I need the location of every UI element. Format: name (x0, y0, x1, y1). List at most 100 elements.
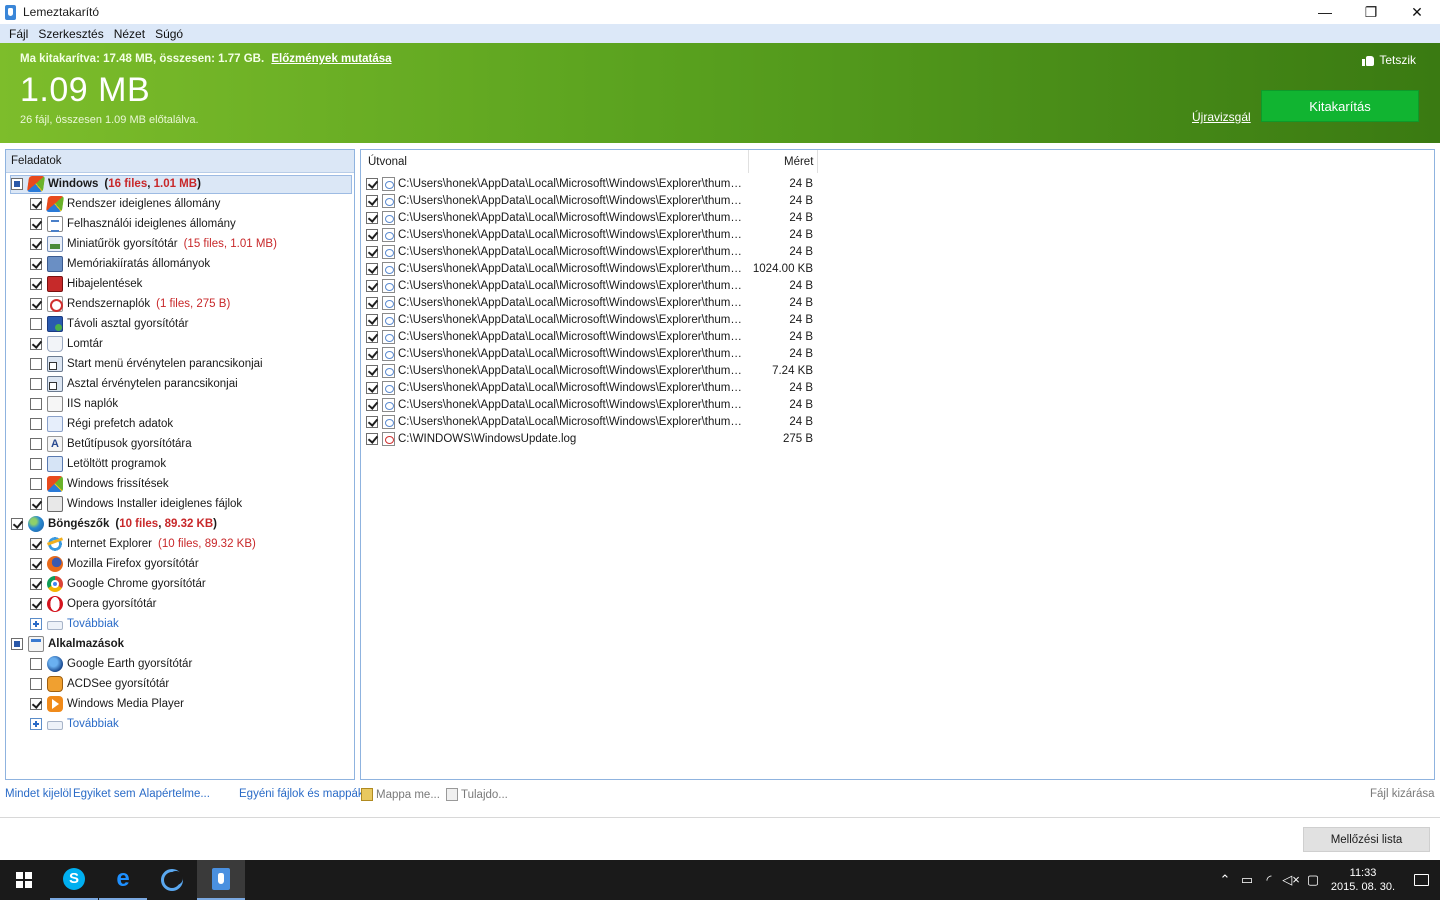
task-group-row[interactable]: Alkalmazások (6, 634, 354, 654)
properties-button[interactable]: Tulajdo... (446, 788, 508, 801)
task-checkbox[interactable] (30, 198, 42, 210)
close-button[interactable]: ✕ (1394, 0, 1440, 24)
task-checkbox[interactable] (30, 438, 42, 450)
file-checkbox[interactable] (366, 364, 378, 377)
taskbar-moon-app[interactable] (148, 860, 196, 900)
open-folder-button[interactable]: Mappa me... (361, 788, 440, 801)
file-checkbox[interactable] (366, 194, 378, 207)
task-item-row[interactable]: Windows Installer ideiglenes fájlok (6, 494, 354, 514)
task-checkbox[interactable] (30, 218, 42, 230)
task-checkbox[interactable] (11, 178, 23, 190)
taskbar-skype[interactable]: S (50, 860, 98, 900)
file-checkbox[interactable] (366, 347, 378, 360)
task-group-row[interactable]: Windows (16 files, 1.01 MB) (6, 174, 354, 194)
task-checkbox[interactable] (30, 238, 42, 250)
task-item-row[interactable]: Letöltött programok (6, 454, 354, 474)
column-header-path[interactable]: Útvonal (368, 150, 407, 173)
task-item-row[interactable]: Régi prefetch adatok (6, 414, 354, 434)
file-checkbox[interactable] (366, 415, 378, 428)
ignore-list-button[interactable]: Mellőzési lista (1303, 827, 1430, 852)
restore-button[interactable]: ❐ (1348, 0, 1394, 24)
task-item-row[interactable]: Internet Explorer (10 files, 89.32 KB) (6, 534, 354, 554)
column-separator[interactable] (817, 150, 818, 173)
task-checkbox[interactable] (30, 318, 42, 330)
battery-icon[interactable]: ▭ (1236, 860, 1258, 900)
task-checkbox[interactable] (30, 478, 42, 490)
volume-muted-icon[interactable]: ◁× (1280, 860, 1302, 900)
menu-help[interactable]: Súgó (150, 27, 188, 41)
menu-view[interactable]: Nézet (109, 27, 150, 41)
message-icon[interactable]: ▢ (1302, 860, 1324, 900)
task-item-row[interactable]: Felhasználói ideiglenes állomány (6, 214, 354, 234)
file-checkbox[interactable] (366, 398, 378, 411)
taskbar-disk-cleaner[interactable] (197, 860, 245, 900)
task-checkbox[interactable] (30, 258, 42, 270)
task-checkbox[interactable] (30, 698, 42, 710)
task-item-row[interactable]: ACDSee gyorsítótár (6, 674, 354, 694)
task-item-row[interactable]: Google Chrome gyorsítótár (6, 574, 354, 594)
file-checkbox[interactable] (366, 313, 378, 326)
defaults-link[interactable]: Alapértelme... (139, 788, 210, 800)
select-all-link[interactable]: Mindet kijelöl (5, 788, 71, 800)
task-item-row[interactable]: Rendszernaplók (1 files, 275 B) (6, 294, 354, 314)
task-item-row[interactable]: Hibajelentések (6, 274, 354, 294)
task-item-row[interactable]: Memóriakiíratás állományok (6, 254, 354, 274)
task-checkbox[interactable] (30, 418, 42, 430)
file-row[interactable]: C:\Users\honek\AppData\Local\Microsoft\W… (361, 345, 821, 362)
file-row[interactable]: C:\Users\honek\AppData\Local\Microsoft\W… (361, 328, 821, 345)
wifi-icon[interactable]: ◜ (1258, 860, 1280, 900)
show-history-link[interactable]: Előzmények mutatása (271, 53, 391, 65)
task-item-row[interactable]: Windows frissítések (6, 474, 354, 494)
file-row[interactable]: C:\Users\honek\AppData\Local\Microsoft\W… (361, 175, 821, 192)
task-checkbox[interactable] (30, 558, 42, 570)
start-button[interactable] (0, 860, 48, 900)
file-row[interactable]: C:\Users\honek\AppData\Local\Microsoft\W… (361, 209, 821, 226)
task-checkbox[interactable] (30, 378, 42, 390)
menu-file[interactable]: Fájl (4, 27, 33, 41)
file-checkbox[interactable] (366, 381, 378, 394)
file-row[interactable]: C:\Users\honek\AppData\Local\Microsoft\W… (361, 396, 821, 413)
file-checkbox[interactable] (366, 245, 378, 258)
task-item-row[interactable]: Windows Media Player (6, 694, 354, 714)
menu-edit[interactable]: Szerkesztés (33, 27, 108, 41)
task-item-row[interactable]: Asztal érvénytelen parancsikonjai (6, 374, 354, 394)
file-row[interactable]: C:\Users\honek\AppData\Local\Microsoft\W… (361, 243, 821, 260)
taskbar-edge[interactable]: e (99, 860, 147, 900)
task-checkbox[interactable] (11, 518, 23, 530)
file-checkbox[interactable] (366, 279, 378, 292)
task-checkbox[interactable] (30, 538, 42, 550)
file-checkbox[interactable] (366, 432, 378, 445)
column-header-size[interactable]: Méret (784, 150, 813, 173)
task-item-row[interactable]: Továbbiak (6, 714, 354, 734)
file-checkbox[interactable] (366, 296, 378, 309)
file-checkbox[interactable] (366, 177, 378, 190)
task-checkbox[interactable] (30, 278, 42, 290)
custom-files-link[interactable]: Egyéni fájlok és mappák (239, 788, 364, 800)
task-checkbox[interactable] (30, 298, 42, 310)
file-row[interactable]: C:\Users\honek\AppData\Local\Microsoft\W… (361, 260, 821, 277)
like-button[interactable]: Tetszik (1362, 53, 1416, 67)
task-checkbox[interactable] (30, 578, 42, 590)
minimize-button[interactable]: — (1302, 0, 1348, 24)
expand-plus-icon[interactable] (30, 718, 42, 730)
chevron-up-icon[interactable]: ⌃ (1214, 860, 1236, 900)
task-item-row[interactable]: A Betűtípusok gyorsítótára (6, 434, 354, 454)
file-row[interactable]: C:\Users\honek\AppData\Local\Microsoft\W… (361, 192, 821, 209)
column-separator[interactable] (748, 150, 749, 173)
file-row[interactable]: C:\Users\honek\AppData\Local\Microsoft\W… (361, 294, 821, 311)
expand-plus-icon[interactable] (30, 618, 42, 630)
task-checkbox[interactable] (30, 598, 42, 610)
task-checkbox[interactable] (30, 678, 42, 690)
task-checkbox[interactable] (30, 398, 42, 410)
task-item-row[interactable]: Start menü érvénytelen parancsikonjai (6, 354, 354, 374)
task-item-row[interactable]: Távoli asztal gyorsítótár (6, 314, 354, 334)
reanalyze-link[interactable]: Újravizsgál (1192, 110, 1251, 124)
file-checkbox[interactable] (366, 211, 378, 224)
file-row[interactable]: C:\Users\honek\AppData\Local\Microsoft\W… (361, 277, 821, 294)
clock[interactable]: 11:33 2015. 08. 30. (1324, 866, 1402, 894)
file-row[interactable]: C:\Users\honek\AppData\Local\Microsoft\W… (361, 362, 821, 379)
file-row[interactable]: C:\Users\honek\AppData\Local\Microsoft\W… (361, 311, 821, 328)
task-checkbox[interactable] (30, 458, 42, 470)
file-checkbox[interactable] (366, 262, 378, 275)
task-item-row[interactable]: Mozilla Firefox gyorsítótár (6, 554, 354, 574)
